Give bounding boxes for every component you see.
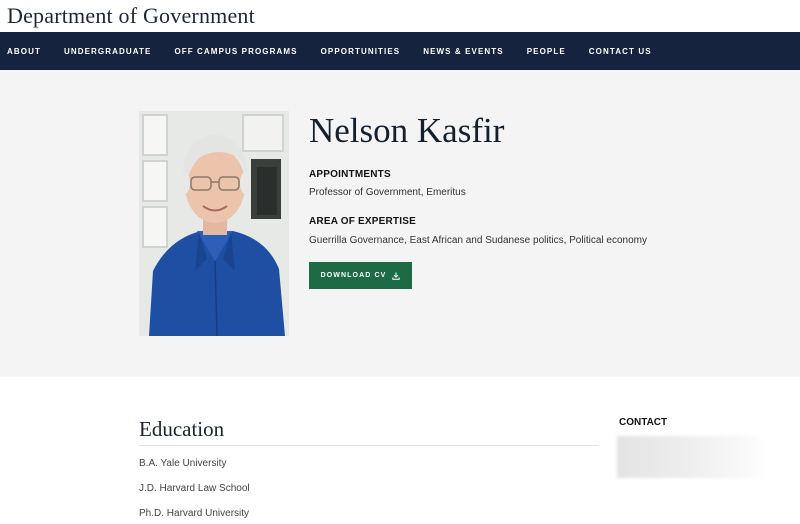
contact-details-redacted <box>617 436 767 478</box>
contact-heading: CONTACT <box>619 417 668 428</box>
nav-item-off-campus-programs[interactable]: OFF CAMPUS PROGRAMS <box>174 47 297 56</box>
expertise-value: Guerrilla Governance, East African and S… <box>309 235 647 246</box>
nav-item-about[interactable]: ABOUT <box>7 47 41 56</box>
section-divider <box>139 445 599 446</box>
main-nav: ABOUT UNDERGRADUATE OFF CAMPUS PROGRAMS … <box>0 32 800 70</box>
education-item: Ph.D. Harvard University <box>139 508 250 519</box>
education-item: J.D. Harvard Law School <box>139 483 250 494</box>
education-heading: Education <box>139 417 225 441</box>
nav-item-contact-us[interactable]: CONTACT US <box>589 47 652 56</box>
person-name: Nelson Kasfir <box>309 111 505 150</box>
download-cv-label: DOWNLOAD CV <box>320 272 387 279</box>
nav-item-news-events[interactable]: NEWS & EVENTS <box>423 47 504 56</box>
appointments-label: APPOINTMENTS <box>309 169 391 180</box>
appointments-value: Professor of Government, Emeritus <box>309 187 466 198</box>
nav-item-people[interactable]: PEOPLE <box>527 47 566 56</box>
site-title[interactable]: Department of Government <box>0 0 800 32</box>
profile-photo <box>139 111 289 336</box>
profile-hero: Nelson Kasfir APPOINTMENTS Professor of … <box>0 70 800 377</box>
nav-item-opportunities[interactable]: OPPORTUNITIES <box>321 47 401 56</box>
nav-item-undergraduate[interactable]: UNDERGRADUATE <box>64 47 151 56</box>
download-cv-button[interactable]: DOWNLOAD CV <box>309 262 412 289</box>
expertise-label: AREA OF EXPERTISE <box>309 216 416 227</box>
download-icon <box>392 272 401 280</box>
education-item: B.A. Yale University <box>139 458 227 469</box>
